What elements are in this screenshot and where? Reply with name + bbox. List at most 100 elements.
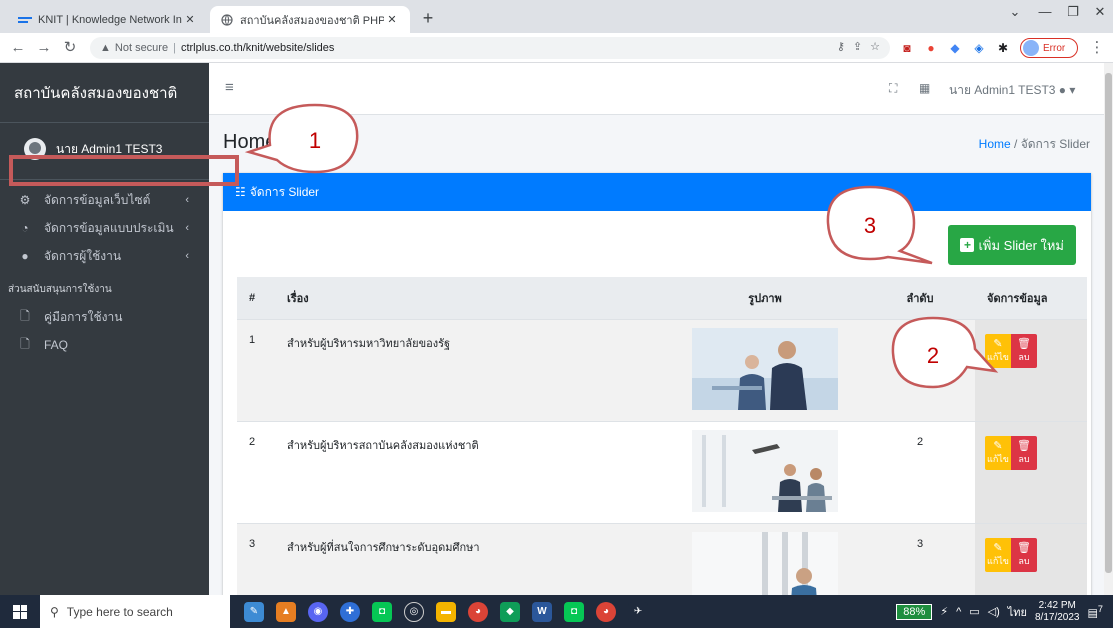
edit-button[interactable]: ✎ แก้ไข	[985, 435, 1011, 470]
user-menu[interactable]: นาย Admin1 TEST3 ● ▾	[949, 81, 1075, 100]
new-tab-button[interactable]: +	[416, 8, 440, 29]
plus-icon: +	[960, 238, 975, 252]
slide-thumbnail[interactable]	[692, 429, 838, 512]
file-icon: 🗋	[20, 308, 30, 323]
globe-icon	[220, 13, 234, 27]
page-scrollbar[interactable]	[1104, 63, 1113, 595]
delete-button[interactable]: 🗑 ลบ	[1011, 537, 1037, 572]
app-green-icon[interactable]: ◆	[500, 601, 520, 622]
chevron-left-icon: ‹	[185, 194, 189, 206]
minimize-icon[interactable]: —	[1030, 4, 1060, 19]
browser-tab-strip: KNIT | Knowledge Network Instit ✕ สถาบัน…	[0, 0, 1113, 33]
sidebar-item-label: จัดการผู้ใช้งาน	[44, 248, 122, 263]
brand-title[interactable]: สถาบันคลังสมองของชาติ	[0, 63, 209, 123]
hamburger-menu-icon[interactable]: ≡	[225, 79, 234, 96]
word-icon[interactable]: W	[532, 601, 552, 622]
sidebar-item-users[interactable]: ● จัดการผู้ใช้งาน ‹	[0, 242, 209, 270]
row-title: สำหรับผู้บริหารมหาวิทยาลัยของรัฐ	[275, 319, 665, 422]
delete-button[interactable]: 🗑 ลบ	[1011, 435, 1037, 470]
discord-icon[interactable]: ◉	[308, 601, 328, 622]
tab-close-icon[interactable]: ✕	[182, 13, 198, 26]
key-icon[interactable]: ⚷	[837, 40, 845, 53]
table-row: 2 สำหรับผู้บริหารสถาบันคลังสมองแห่งชาติ	[237, 421, 1087, 524]
row-title: สำหรับผู้ที่สนใจการศึกษาระดับอุดมศึกษา	[275, 523, 665, 595]
table-row: 3 สำหรับผู้ที่สนใจการศึกษาระดับอุดมศึกษา	[237, 523, 1087, 595]
profile-error-button[interactable]: Error	[1020, 38, 1078, 58]
bookmark-star-icon[interactable]: ☆	[870, 40, 880, 53]
browser-tab-knit[interactable]: KNIT | Knowledge Network Instit ✕	[8, 6, 208, 33]
card-header-title: จัดการ Slider	[249, 184, 320, 199]
profile-status-label: Error	[1043, 42, 1066, 54]
breadcrumb-current: จัดการ Slider	[1020, 137, 1090, 151]
line-alt-icon[interactable]: ◘	[564, 601, 584, 622]
window-close-icon[interactable]: ✕	[1085, 4, 1113, 20]
scrollbar-thumb[interactable]	[1105, 73, 1112, 573]
chrome-active-icon[interactable]: ◕	[596, 601, 616, 622]
app-circle-icon[interactable]: ◎	[404, 601, 424, 622]
extension-opera-icon[interactable]: ●	[922, 39, 940, 57]
sidebar-item-faq[interactable]: 🗋 FAQ	[0, 331, 209, 359]
list-icon: ☷	[235, 185, 246, 199]
volume-icon[interactable]: ◁)	[988, 605, 1000, 618]
row-num: 1	[237, 319, 275, 422]
start-button[interactable]	[0, 595, 40, 628]
edit-icon: ✎	[993, 541, 1003, 554]
row-num: 3	[237, 523, 275, 595]
chrome-icon[interactable]: ◕	[468, 601, 488, 622]
file-explorer-icon[interactable]: ▬	[436, 601, 456, 622]
extension-blue-icon[interactable]: ◆	[946, 39, 964, 57]
windows-taskbar: ⚲ Type here to search ✎ ▲ ◉ ✚ ◘ ◎ ▬ ◕ ◆ …	[0, 595, 1113, 628]
language-indicator[interactable]: ไทย	[1008, 603, 1027, 621]
taskbar-search[interactable]: ⚲ Type here to search	[40, 595, 230, 628]
paint-app-icon[interactable]: ✎	[244, 601, 264, 622]
edit-button[interactable]: ✎ แก้ไข	[985, 537, 1011, 572]
breadcrumb-home-link[interactable]: Home	[979, 137, 1011, 151]
user-circle-icon: ● ▾	[1058, 83, 1076, 97]
battery-indicator[interactable]: 88%	[896, 603, 933, 620]
notification-icon[interactable]: ▤7	[1088, 604, 1104, 620]
sidebar-section-header: ส่วนสนับสนุนการใช้งาน	[8, 284, 112, 295]
clock-date: 8/17/2023	[1035, 611, 1080, 623]
add-slider-button[interactable]: + เพิ่ม Slider ใหม่	[948, 225, 1076, 265]
tab-search-chevron-icon[interactable]: ⌄	[1000, 4, 1030, 20]
slide-thumbnail[interactable]	[692, 531, 838, 595]
sidebar-item-manual[interactable]: 🗋 คู่มือการใช้งาน	[0, 303, 209, 331]
col-header-title: เรื่อง	[275, 277, 665, 320]
row-order: 2	[865, 421, 975, 524]
browser-toolbar: ← → ↻ ▲ Not secure | ctrlplus.co.th/knit…	[0, 33, 1113, 63]
line-icon[interactable]: ◘	[372, 601, 392, 622]
slide-thumbnail[interactable]	[692, 327, 838, 410]
sidebar-item-assessment[interactable]: ◔ จัดการข้อมูลแบบประเมิน ‹	[0, 214, 209, 242]
url-text: ctrlplus.co.th/knit/website/slides	[180, 42, 335, 54]
fullscreen-icon[interactable]: ⛶	[889, 81, 897, 96]
breadcrumb: Home / จัดการ Slider	[978, 137, 1090, 151]
address-bar[interactable]: ▲ Not secure | ctrlplus.co.th/knit/websi…	[90, 37, 890, 59]
share-icon[interactable]: ⇪	[853, 40, 862, 53]
taskbar-search-placeholder: Type here to search	[66, 604, 173, 619]
browser-menu-icon[interactable]: ⋮	[1087, 38, 1107, 58]
forward-icon[interactable]: →	[34, 38, 54, 58]
vlc-icon[interactable]: ▲	[276, 601, 296, 622]
delete-button[interactable]: 🗑 ลบ	[1011, 333, 1037, 368]
restore-icon[interactable]: ❐	[1058, 4, 1088, 20]
callout-1: 1	[244, 103, 359, 174]
sidebar: สถาบันคลังสมองของชาติ นาย Admin1 TEST3 ⚙…	[0, 63, 209, 595]
tab-close-icon[interactable]: ✕	[384, 13, 400, 26]
extension-red-icon[interactable]: ◙	[898, 39, 916, 57]
trash-icon: 🗑	[1017, 337, 1031, 350]
sidebar-item-website[interactable]: ⚙ จัดการข้อมูลเว็บไซต์ ‹	[0, 186, 209, 214]
browser-tab-admin[interactable]: สถาบันคลังสมองของชาติ PHP CI MA ✕	[210, 6, 410, 33]
tray-chevron-icon[interactable]: ^	[956, 606, 961, 618]
grid-icon[interactable]: ▦	[919, 81, 930, 95]
power-icon[interactable]: ⚡	[940, 605, 948, 618]
network-icon[interactable]: ▭	[969, 605, 979, 618]
callout-2-label: 2	[927, 343, 939, 368]
user-icon: ●	[21, 249, 29, 263]
back-icon[interactable]: ←	[8, 38, 28, 58]
extensions-puzzle-icon[interactable]: ✱	[994, 39, 1012, 57]
reload-icon[interactable]: ↻	[60, 38, 80, 58]
extension-diamond-icon[interactable]: ◈	[970, 39, 988, 57]
app-icon[interactable]: ✚	[340, 601, 360, 622]
app-tool-icon[interactable]: ✈	[628, 601, 648, 622]
clock[interactable]: 2:42 PM 8/17/2023	[1035, 600, 1080, 624]
